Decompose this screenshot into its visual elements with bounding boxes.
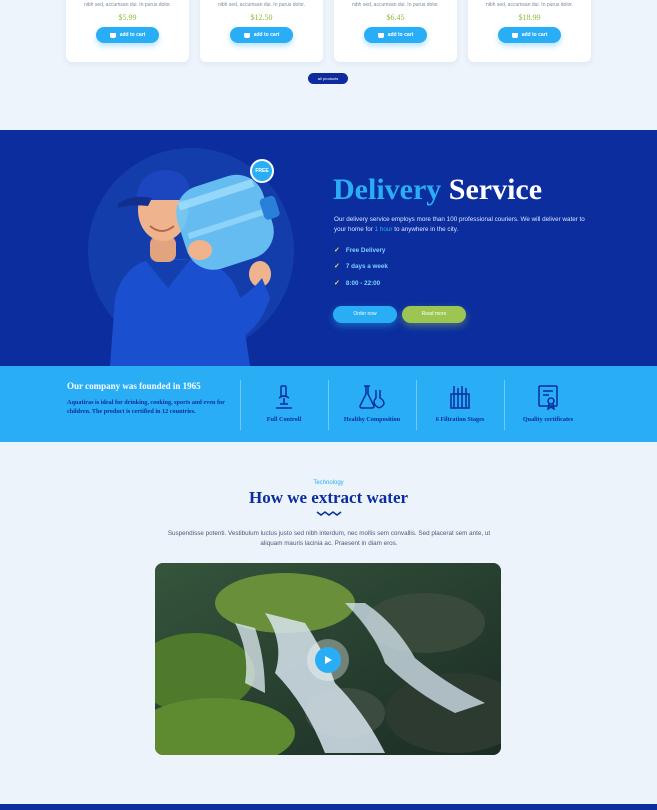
product-description: nibh sed, accumsan dui. In purus dolor.: [352, 2, 439, 8]
read-more-button[interactable]: Read more: [402, 306, 466, 323]
technology-section: Technology How we extract water Suspendi…: [0, 442, 657, 804]
section-eyebrow: Technology: [313, 480, 344, 486]
play-icon: [325, 656, 332, 664]
product-price: $18.99: [518, 13, 541, 22]
free-badge: FREE: [250, 159, 274, 183]
company-text: Aquatiras is ideal for drinking, cooking…: [67, 399, 225, 415]
cart-icon: [243, 32, 250, 38]
check-icon: ✓: [334, 263, 340, 270]
delivery-feature-label: 7 days a week: [345, 263, 388, 270]
add-to-cart-label: add to cart: [521, 32, 548, 38]
product-card: nibh sed, accumsan dui. In purus dolor. …: [200, 0, 323, 62]
delivery-feature: ✓ Free Delivery: [334, 246, 385, 254]
delivery-feature-label: 8:00 - 22:00: [345, 280, 381, 287]
all-products-button[interactable]: all products: [308, 73, 348, 84]
product-card: nibh sed, accumsan dui. In purus dolor. …: [334, 0, 457, 62]
check-icon: ✓: [334, 280, 340, 287]
certificate-icon: [538, 385, 558, 410]
product-description: nibh sed, accumsan dui. In purus dolor.: [486, 2, 573, 8]
divider: [504, 380, 505, 430]
delivery-description: Our delivery service employs more than 1…: [334, 215, 594, 235]
cart-icon: [109, 32, 116, 38]
feature-full-controll: Full Controll: [240, 376, 328, 432]
feature-label: Quality certificates: [522, 416, 574, 423]
product-card: nibh sed, accumsan dui. In purus dolor. …: [468, 0, 591, 62]
company-title: Our company was founded in 1965: [67, 381, 201, 391]
add-to-cart-label: add to cart: [119, 32, 146, 38]
product-description: nibh sed, accumsan dui. In purus dolor.: [84, 2, 171, 8]
section-intro: Suspendisse potenti. Vestibulum luctus j…: [167, 530, 491, 547]
products-section: nibh sed, accumsan dui. In purus dolor. …: [0, 0, 657, 130]
microscope-icon: [276, 385, 292, 409]
delivery-text-highlight: 1 hour: [374, 226, 393, 233]
delivery-section: FREE Delivery Service Our delivery servi…: [0, 130, 657, 366]
delivery-feature-label: Free Delivery: [345, 247, 386, 254]
product-price: $6.45: [386, 13, 405, 22]
filter-icon: [450, 386, 470, 409]
order-now-button[interactable]: Order now: [333, 306, 397, 323]
feature-healthy-composition: Healthy Composition: [328, 376, 416, 432]
product-card: nibh sed, accumsan dui. In purus dolor. …: [66, 0, 189, 62]
delivery-text-start: Our delivery service employs more than 1…: [334, 216, 585, 233]
wave-divider-icon: [316, 511, 342, 516]
company-band: Our company was founded in 1965 Aquatira…: [0, 366, 657, 442]
flask-icon: [359, 385, 385, 409]
product-price: $5.99: [118, 13, 137, 22]
add-to-cart-button[interactable]: add to cart: [364, 27, 427, 43]
feature-label: Full Controll: [266, 416, 302, 423]
footer-strip: [0, 804, 657, 810]
product-price: $12.50: [250, 13, 273, 22]
section-title: How we extract water: [248, 488, 409, 507]
feature-label: 6 Filtration Stages: [435, 416, 485, 423]
feature-quality-certificates: Quality certificates: [504, 376, 592, 432]
add-to-cart-button[interactable]: add to cart: [230, 27, 293, 43]
add-to-cart-button[interactable]: add to cart: [96, 27, 159, 43]
add-to-cart-label: add to cart: [387, 32, 414, 38]
cart-icon: [511, 32, 518, 38]
delivery-feature: ✓ 8:00 - 22:00: [334, 279, 380, 287]
product-description: nibh sed, accumsan dui. In purus dolor.: [218, 2, 305, 8]
delivery-title-accent: Delivery: [333, 173, 442, 206]
add-to-cart-button[interactable]: add to cart: [498, 27, 561, 43]
delivery-feature: ✓ 7 days a week: [334, 262, 388, 270]
divider: [416, 380, 417, 430]
check-icon: ✓: [334, 247, 340, 254]
waterfall-video[interactable]: [155, 563, 501, 755]
add-to-cart-label: add to cart: [253, 32, 280, 38]
delivery-text-end: to anywhere in the city.: [392, 226, 459, 233]
feature-filtration-stages: 6 Filtration Stages: [416, 376, 504, 432]
divider: [240, 380, 241, 430]
delivery-title-rest: Service: [441, 173, 543, 206]
feature-label: Healthy Composition: [343, 416, 401, 423]
delivery-title: Delivery Service: [333, 173, 542, 207]
divider: [328, 380, 329, 430]
cart-icon: [377, 32, 384, 38]
